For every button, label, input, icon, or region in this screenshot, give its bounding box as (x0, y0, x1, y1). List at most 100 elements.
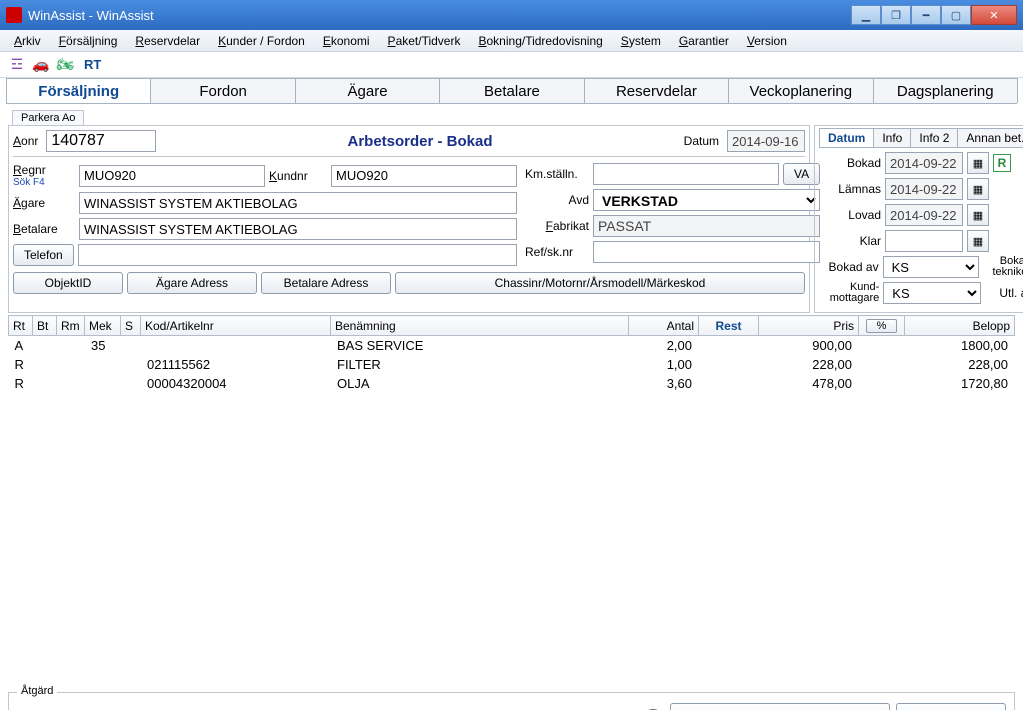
fabrikat-label: Fabrikat (525, 219, 589, 233)
bokad-av-label: Bokad av (821, 260, 879, 274)
order-form: Aonr Arbetsorder - Bokad Datum Regnr Sök… (8, 125, 810, 313)
checklist-icon[interactable]: ☲ (8, 56, 26, 74)
atgard-legend: Åtgärd (17, 685, 57, 697)
col-kod[interactable]: Kod/Artikelnr (141, 316, 331, 336)
table-row[interactable]: R00004320004OLJA3,60478,001720,80 (9, 374, 1015, 393)
toolbar: ☲ 🚗 🏍 RT (0, 52, 1023, 78)
lovad-date[interactable] (885, 204, 963, 226)
betalare-adress-button[interactable]: Betalare Adress (261, 272, 391, 294)
side-tab-annan[interactable]: Annan bet. (957, 128, 1023, 147)
col-belopp[interactable]: Belopp (905, 316, 1015, 336)
side-tab-info[interactable]: Info (873, 128, 911, 147)
minimize-button[interactable]: ▁ (851, 5, 881, 25)
calendar-icon[interactable]: ▦ (967, 204, 989, 226)
agare-adress-button[interactable]: Ägare Adress (127, 272, 257, 294)
chassinr-button[interactable]: Chassinr/Motornr/Årsmodell/Märkeskod (395, 272, 805, 294)
menu-bokning[interactable]: Bokning/Tidredovisning (470, 32, 610, 50)
telefon-input[interactable] (78, 244, 517, 266)
side-tab-datum[interactable]: Datum (819, 128, 874, 147)
col-rm[interactable]: Rm (57, 316, 85, 336)
menu-reservdelar[interactable]: Reservdelar (127, 32, 208, 50)
kl-label: Kl (1015, 156, 1023, 170)
ref-input[interactable] (593, 241, 820, 263)
regnr-label-wrap: Regnr Sök F4 (13, 163, 75, 188)
kundmott-select[interactable]: KS (883, 282, 980, 304)
bokad-date[interactable] (885, 152, 963, 174)
tab-reservdelar[interactable]: Reservdelar (584, 78, 729, 103)
menu-ekonomi[interactable]: Ekonomi (315, 32, 378, 50)
pct-button[interactable]: % (866, 319, 898, 333)
datum-label: Datum (684, 134, 719, 148)
parkera-ao-tab[interactable]: Parkera Ao (12, 110, 84, 125)
menu-garantier[interactable]: Garantier (671, 32, 737, 50)
main-tabs: Försäljning Fordon Ägare Betalare Reserv… (6, 78, 1017, 104)
side-tab-info2[interactable]: Info 2 (910, 128, 958, 147)
col-mek[interactable]: Mek (85, 316, 121, 336)
menu-version[interactable]: Version (739, 32, 795, 50)
col-pct[interactable]: % (859, 316, 905, 336)
maximize-button[interactable]: ▢ (941, 5, 971, 25)
menu-forsaljning[interactable]: Försäljning (51, 32, 126, 50)
kundnr-input[interactable] (331, 165, 517, 187)
regnr-input[interactable] (79, 165, 265, 187)
menu-system[interactable]: System (613, 32, 669, 50)
col-benamning[interactable]: Benämning (331, 316, 629, 336)
order-lines-grid[interactable]: Rt Bt Rm Mek S Kod/Artikelnr Benämning A… (8, 315, 1015, 682)
kundmott-label: Kund- mottagare (821, 282, 879, 304)
calendar-icon[interactable]: ▦ (967, 178, 989, 200)
menu-kunder-fordon[interactable]: Kunder / Fordon (210, 32, 313, 50)
lamnas-date[interactable] (885, 178, 963, 200)
klar-date[interactable] (885, 230, 963, 252)
kl-label: Kl (1015, 208, 1023, 222)
minimize2-button[interactable]: ━ (911, 5, 941, 25)
col-antal[interactable]: Antal (629, 316, 699, 336)
tab-agare[interactable]: Ägare (295, 78, 440, 103)
order-headline: Arbetsorder - Bokad (164, 133, 675, 150)
sokningar-button[interactable]: Sökningar (F4) (896, 703, 1006, 710)
ref-label: Ref/sk.nr (525, 245, 589, 259)
km-input[interactable] (593, 163, 779, 185)
km-label: Km.ställn. (525, 167, 589, 181)
rt-label[interactable]: RT (84, 57, 101, 72)
agare-input[interactable] (79, 192, 517, 214)
col-rest[interactable]: Rest (699, 316, 759, 336)
col-rt[interactable]: Rt (9, 316, 33, 336)
window-title: WinAssist - WinAssist (28, 8, 851, 23)
restore-button[interactable]: ❐ (881, 5, 911, 25)
tab-fordon[interactable]: Fordon (150, 78, 295, 103)
tab-betalare[interactable]: Betalare (439, 78, 584, 103)
tab-forsaljning[interactable]: Försäljning (6, 78, 151, 103)
objektid-button[interactable]: ObjektID (13, 272, 123, 294)
aonr-input[interactable] (46, 130, 156, 152)
menu-arkiv[interactable]: Arkiv (6, 32, 49, 50)
bottom-panel: Åtgärd ◀◀ ◀ ▶ ▶▶ Aktivera Stämplad tid S… (8, 692, 1015, 710)
lovad-label: Lovad (821, 208, 881, 222)
bokad-av-select[interactable]: KS (883, 256, 979, 278)
betalare-input[interactable] (79, 218, 517, 240)
col-s[interactable]: S (121, 316, 141, 336)
fabrikat-input[interactable] (593, 215, 820, 237)
table-row[interactable]: R021115562FILTER1,00228,00228,00 (9, 355, 1015, 374)
col-bt[interactable]: Bt (33, 316, 57, 336)
skapa-ny-button[interactable]: Skapa ny Arbetsorder (670, 703, 890, 710)
calendar-icon[interactable]: ▦ (967, 230, 989, 252)
col-pris[interactable]: Pris (759, 316, 859, 336)
utl-label: Utl. av (985, 286, 1023, 300)
side-panel: Datum Info Info 2 Annan bet. Diverse Bok… (814, 125, 1023, 313)
window-buttons: ▁ ❐ ━ ▢ ✕ (851, 5, 1017, 25)
telefon-button[interactable]: Telefon (13, 244, 74, 266)
tab-veckoplanering[interactable]: Veckoplanering (728, 78, 873, 103)
datum-input[interactable] (727, 130, 805, 152)
menu-paket-tidverk[interactable]: Paket/Tidverk (380, 32, 469, 50)
close-button[interactable]: ✕ (971, 5, 1017, 25)
betalare-label: Betalare (13, 222, 75, 236)
window-titlebar: WinAssist - WinAssist ▁ ❐ ━ ▢ ✕ (0, 0, 1023, 30)
tab-dagsplanering[interactable]: Dagsplanering (873, 78, 1018, 103)
r-badge[interactable]: R (993, 154, 1011, 172)
calendar-icon[interactable]: ▦ (967, 152, 989, 174)
table-row[interactable]: A35BAS SERVICE2,00900,001800,00 (9, 336, 1015, 356)
car-icon[interactable]: 🚗 (32, 56, 50, 74)
bike-icon[interactable]: 🏍 (56, 56, 74, 74)
bokad-tek-label: Bokad tekniker (983, 256, 1023, 278)
avd-select[interactable]: VERKSTAD (593, 189, 820, 211)
